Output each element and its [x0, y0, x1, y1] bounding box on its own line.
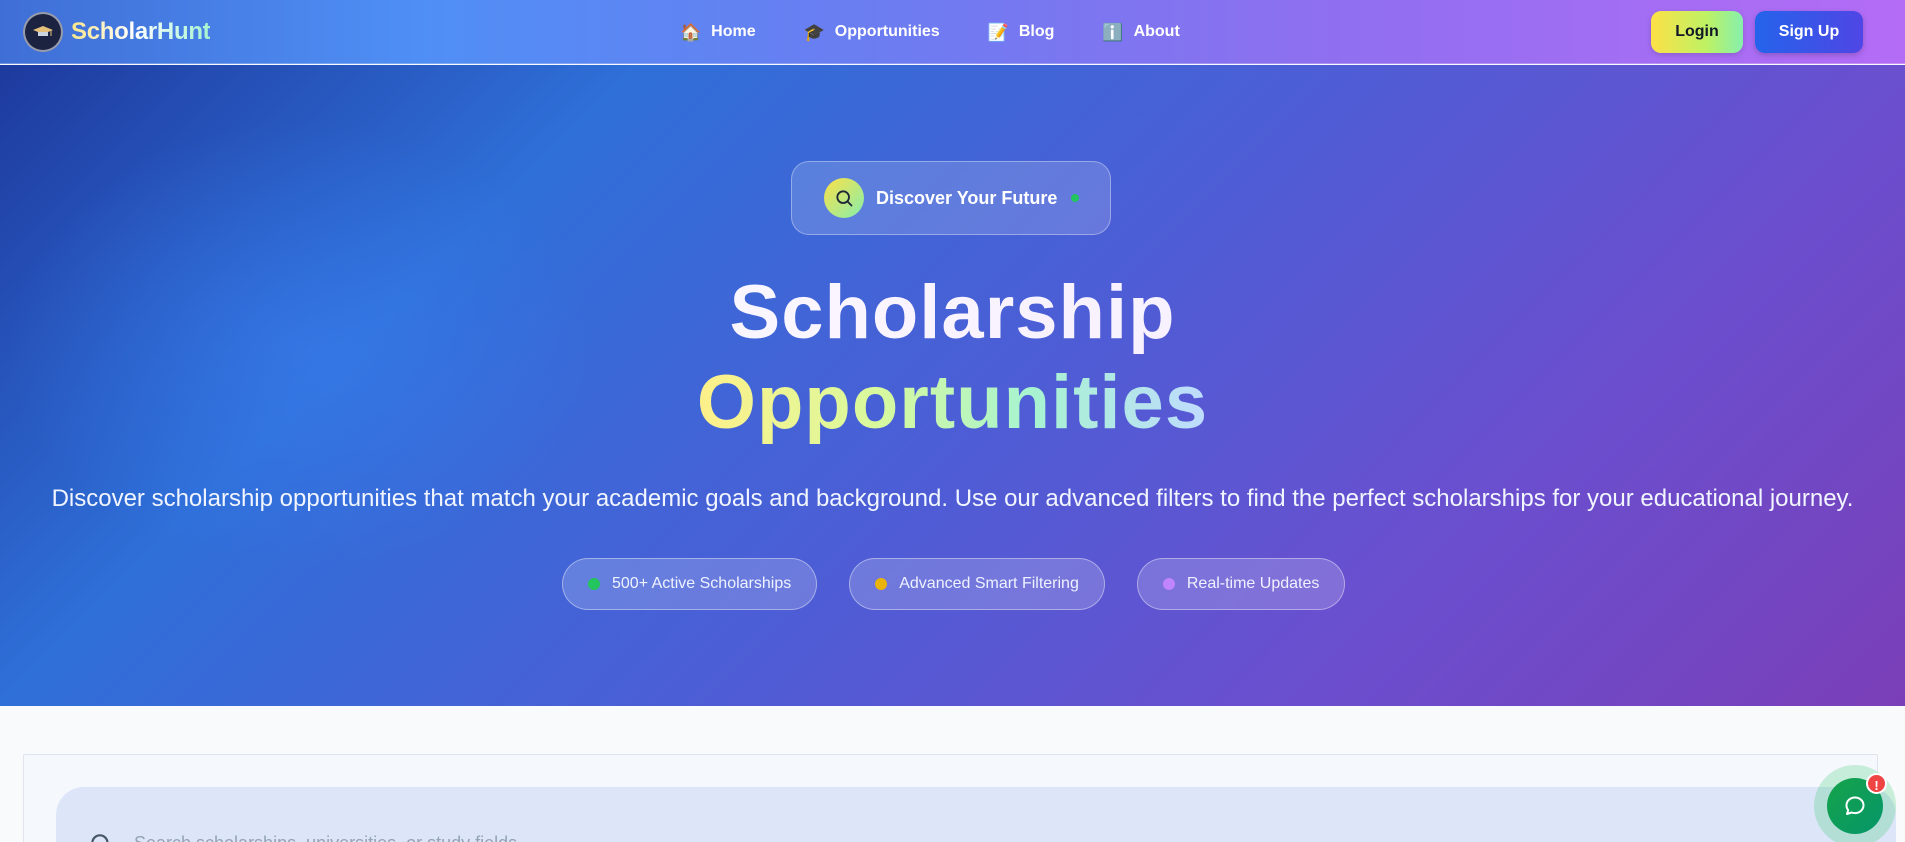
feature-dot	[875, 578, 888, 590]
search-icon	[91, 834, 109, 842]
home-icon: 🏠	[680, 22, 702, 42]
badge-text: Discover Your Future	[876, 187, 1058, 208]
hero-title-line2-wrap: Opportunities	[0, 359, 1905, 447]
nav-link-label: About	[1133, 23, 1180, 40]
nav-link-label: Blog	[1018, 23, 1055, 40]
navbar: ScholarHunt 🏠 Home 🎓 Opportunities 📝 Blo…	[0, 0, 1905, 64]
login-button[interactable]: Login	[1651, 11, 1743, 53]
feature-label: 500+ Active Scholarships	[612, 575, 792, 592]
hero-section: Discover Your Future Scholarship Opportu…	[0, 65, 1905, 706]
nav-link-blog[interactable]: 📝 Blog	[988, 23, 1055, 41]
info-icon: ℹ️	[1102, 22, 1124, 42]
logo	[23, 12, 63, 52]
nav-link-label: Opportunities	[834, 23, 940, 40]
feature-chip: 500+ Active Scholarships	[562, 558, 818, 610]
chat-bubble-icon	[1845, 796, 1865, 815]
hero-title-line2: Opportunities	[696, 360, 1209, 445]
nav-link-about[interactable]: ℹ️ About	[1102, 23, 1179, 41]
feature-dot	[1162, 578, 1175, 590]
feature-label: Advanced Smart Filtering	[899, 575, 1079, 592]
feature-label: Real-time Updates	[1186, 575, 1320, 592]
memo-icon: 📝	[987, 22, 1009, 42]
nav-link-home[interactable]: 🏠 Home	[680, 23, 756, 41]
discover-badge: Discover Your Future	[791, 161, 1111, 235]
nav-link-label: Home	[711, 23, 756, 40]
feature-chips: 500+ Active Scholarships Advanced Smart …	[562, 558, 1377, 610]
brand-name: ScholarHunt	[71, 18, 211, 45]
signup-button[interactable]: Sign Up	[1755, 11, 1863, 53]
search-icon	[824, 178, 864, 218]
hero-subtitle: Discover scholarship opportunities that …	[51, 485, 1854, 512]
brand[interactable]: ScholarHunt	[23, 12, 211, 52]
graduation-cap-icon	[33, 26, 53, 36]
search-bar[interactable]	[56, 787, 1896, 842]
status-dot	[1071, 194, 1080, 202]
feature-dot	[588, 578, 600, 590]
graduation-cap-icon: 🎓	[803, 22, 825, 42]
feature-chip: Advanced Smart Filtering	[849, 558, 1105, 610]
feature-chip: Real-time Updates	[1136, 558, 1346, 610]
nav-link-opportunities[interactable]: 🎓 Opportunities	[804, 23, 940, 41]
main-nav: 🏠 Home 🎓 Opportunities 📝 Blog ℹ️ About	[680, 0, 1228, 64]
notification-badge: !	[1866, 773, 1887, 794]
search-input[interactable]	[134, 830, 1634, 842]
hero-title-line1: Scholarship	[0, 269, 1905, 357]
